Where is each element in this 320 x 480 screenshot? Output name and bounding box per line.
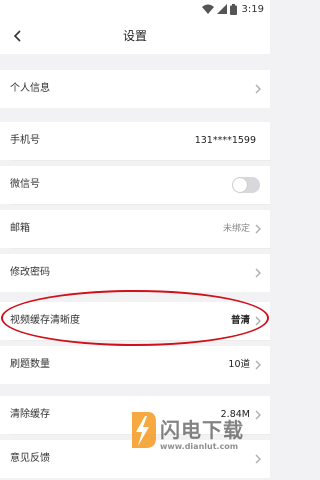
status-bar: 3:19 xyxy=(0,0,270,18)
email-value: 未绑定 xyxy=(222,224,250,234)
divider xyxy=(10,340,270,341)
wechat-toggle[interactable] xyxy=(232,177,260,193)
row-label: 意见反馈 xyxy=(10,453,50,464)
video-quality-value: 普清 xyxy=(230,315,250,326)
chevron-right-icon xyxy=(255,360,261,370)
row-label: 个人信息 xyxy=(10,83,50,94)
settings-row-phone[interactable]: 手机号 131****1599 xyxy=(0,122,270,160)
chevron-right-icon xyxy=(255,316,261,326)
header: 设置 xyxy=(0,18,270,54)
question-count-value: 10道 xyxy=(228,359,250,370)
phone-value: 131****1599 xyxy=(194,135,256,146)
signal-icon xyxy=(216,4,227,14)
chevron-right-icon xyxy=(255,84,261,94)
status-time: 3:19 xyxy=(241,3,264,15)
status-icons: 3:19 xyxy=(201,1,264,17)
settings-row-wechat: 微信号 xyxy=(0,166,270,204)
settings-row-question-count[interactable]: 刷题数量 10道 xyxy=(0,346,270,384)
page-title: 设置 xyxy=(122,29,147,43)
row-label: 邮箱 xyxy=(10,223,30,234)
row-label: 手机号 xyxy=(10,135,40,146)
chevron-right-icon xyxy=(255,268,261,278)
divider xyxy=(10,160,270,161)
watermark: 闪电下载 www.dianlut.com xyxy=(126,410,266,462)
settings-row-change-password[interactable]: 修改密码 xyxy=(0,254,270,292)
chevron-right-icon xyxy=(255,224,261,234)
toggle-knob xyxy=(233,178,247,192)
row-label: 清除缓存 xyxy=(10,409,50,420)
row-label: 修改密码 xyxy=(10,267,50,278)
row-label: 刷题数量 xyxy=(10,359,50,370)
wifi-icon xyxy=(201,4,214,14)
watermark-url: www.dianlut.com xyxy=(160,442,239,451)
divider xyxy=(10,204,270,205)
divider xyxy=(10,248,270,249)
settings-row-personal-info[interactable]: 个人信息 xyxy=(0,70,270,108)
row-label: 微信号 xyxy=(10,179,40,190)
row-label: 视频缓存清晰度 xyxy=(10,315,80,326)
battery-icon xyxy=(229,3,237,15)
settings-row-video-quality[interactable]: 视频缓存清晰度 普清 xyxy=(0,302,270,340)
settings-row-email[interactable]: 邮箱 未绑定 xyxy=(0,210,270,248)
lightning-logo-icon xyxy=(132,412,156,448)
watermark-text: 闪电下载 xyxy=(160,418,244,442)
